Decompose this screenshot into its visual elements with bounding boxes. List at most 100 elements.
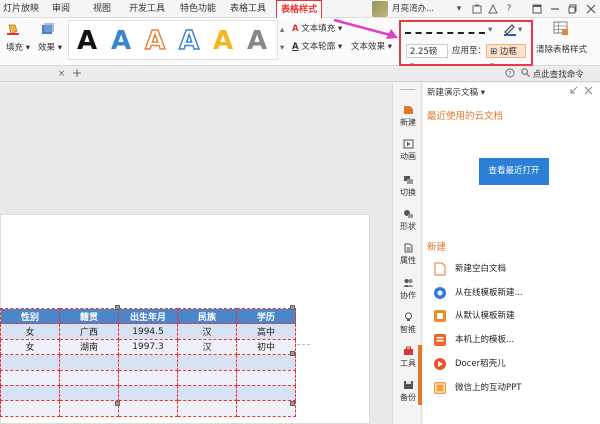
header-cell[interactable]: 籍贯 xyxy=(59,307,119,325)
table-cell[interactable] xyxy=(236,384,296,402)
table-cell[interactable] xyxy=(118,354,178,371)
help-icon[interactable]: ? xyxy=(502,1,516,17)
text-fill-button[interactable]: A 文本填充 ▾ xyxy=(292,23,342,35)
fill-button[interactable]: 填充 ▾ xyxy=(6,42,30,54)
menu-slideshow[interactable]: 灯片放映 xyxy=(0,0,42,18)
table-cell[interactable] xyxy=(59,354,119,371)
table-cell[interactable] xyxy=(177,384,237,402)
side-tool-label: 新建 xyxy=(400,118,416,127)
fill-icon[interactable] xyxy=(6,22,20,40)
table-cell[interactable]: 广西 xyxy=(59,323,119,340)
effect-button[interactable]: 效果 ▾ xyxy=(38,42,62,54)
table-cell[interactable] xyxy=(59,400,119,417)
menu-table-style[interactable]: 表格样式 xyxy=(276,0,322,19)
effect-icon[interactable] xyxy=(40,22,54,40)
table-cell[interactable] xyxy=(0,384,60,402)
user-name[interactable]: 月亮湾办... xyxy=(392,0,434,18)
side-tool-collab[interactable]: 协作 xyxy=(393,278,423,301)
data-table[interactable]: 性别 籍贯 出生年月 民族 学历 女 广西 1994.5 汉 高中 女 湖南 1… xyxy=(0,307,296,417)
resize-handle-bottom-right[interactable] xyxy=(290,401,295,406)
menu-developer[interactable]: 开发工具 xyxy=(125,0,169,18)
avatar[interactable] xyxy=(372,1,388,17)
table-header-row: 性别 籍贯 出生年月 民族 学历 xyxy=(0,307,296,325)
open-recent-button[interactable]: 查看最近打开 xyxy=(479,158,549,185)
user-menu-arrow-icon[interactable]: ▾ xyxy=(452,1,466,17)
gallery-scroll-icon[interactable]: ▴ xyxy=(280,24,284,36)
art-style-gold[interactable]: A xyxy=(209,24,237,58)
minimize-icon[interactable] xyxy=(548,1,562,17)
menu-table-tools[interactable]: 表格工具 xyxy=(226,0,270,18)
art-style-gray[interactable]: A xyxy=(243,24,271,58)
table-cell[interactable]: 高中 xyxy=(236,323,296,340)
table-cell[interactable]: 湖南 xyxy=(59,338,119,356)
skin-icon[interactable] xyxy=(470,1,484,17)
art-style-black[interactable]: A xyxy=(73,24,101,58)
share-icon[interactable] xyxy=(486,1,500,17)
header-cell[interactable]: 出生年月 xyxy=(118,307,178,325)
menu-review[interactable]: 审阅 xyxy=(47,0,75,18)
text-fill-label: 文本填充 xyxy=(301,24,336,34)
default-template-icon xyxy=(434,310,446,322)
text-outline-icon: A xyxy=(292,42,299,52)
table-cell[interactable]: 女 xyxy=(0,338,60,356)
side-tool-new[interactable]: 新建 xyxy=(393,105,423,128)
maximize-icon[interactable] xyxy=(566,1,580,17)
side-tool-animation[interactable]: 动画 xyxy=(393,139,423,162)
side-tool-switch[interactable]: 切换 xyxy=(393,175,423,198)
table-cell[interactable] xyxy=(177,400,237,417)
table-cell[interactable] xyxy=(0,369,60,386)
table-cell[interactable] xyxy=(0,354,60,371)
table-cell[interactable]: 初中 xyxy=(236,338,296,356)
help-circle-icon[interactable]: ? xyxy=(505,68,515,82)
side-tool-shape[interactable]: 形状 xyxy=(393,209,423,232)
command-search[interactable]: 点此查找命令 xyxy=(521,68,584,81)
window-restore-icon[interactable] xyxy=(530,1,544,17)
table-cell[interactable]: 1994.5 xyxy=(118,323,178,340)
clear-style-button[interactable]: 清除表格样式 xyxy=(536,44,587,56)
table-cell[interactable] xyxy=(236,354,296,371)
menu-features[interactable]: 特色功能 xyxy=(176,0,220,18)
table-cell[interactable] xyxy=(59,384,119,402)
table-cell[interactable] xyxy=(177,369,237,386)
side-tool-label: 形状 xyxy=(400,222,416,231)
close-tab-icon[interactable]: × xyxy=(58,68,65,80)
side-tool-property[interactable]: 属性 xyxy=(393,243,423,266)
table-cell[interactable]: 汉 xyxy=(177,338,237,356)
close-icon[interactable] xyxy=(584,1,598,17)
text-art-gallery[interactable]: A A A A A A xyxy=(68,20,278,60)
header-cell[interactable]: 民族 xyxy=(177,307,237,325)
resize-handle-bottom[interactable] xyxy=(115,401,120,406)
pane-dock-icon[interactable] xyxy=(569,86,578,99)
table-cell[interactable]: 1997.3 xyxy=(118,338,178,356)
clear-style-icon[interactable] xyxy=(553,20,569,40)
pane-title[interactable]: 新建演示文稿 ▾ xyxy=(427,87,485,99)
resize-handle-top[interactable] xyxy=(115,305,120,310)
table-cell[interactable] xyxy=(236,369,296,386)
art-style-orange-outline[interactable]: A xyxy=(141,24,169,58)
art-style-blue[interactable]: A xyxy=(107,24,135,58)
property-icon xyxy=(404,243,412,253)
add-tab-icon[interactable]: + xyxy=(72,67,82,79)
menu-view[interactable]: 视图 xyxy=(88,0,116,18)
pane-close-icon[interactable] xyxy=(584,86,593,99)
table-row xyxy=(0,354,296,371)
table-cell[interactable] xyxy=(236,400,296,417)
header-cell[interactable]: 学历 xyxy=(236,307,296,325)
resize-handle-top-right[interactable] xyxy=(290,305,295,310)
header-cell[interactable]: 性别 xyxy=(0,307,60,325)
table-grid[interactable]: 性别 籍贯 出生年月 民族 学历 女 广西 1994.5 汉 高中 女 湖南 1… xyxy=(0,307,296,417)
art-style-blue-outline[interactable]: A xyxy=(175,24,203,58)
table-cell[interactable] xyxy=(177,354,237,371)
table-cell[interactable]: 汉 xyxy=(177,323,237,340)
text-outline-button[interactable]: A 文本轮廓 ▾ xyxy=(292,41,342,53)
table-cell[interactable] xyxy=(118,369,178,386)
resize-handle-right[interactable] xyxy=(290,351,295,356)
table-cell[interactable] xyxy=(0,400,60,417)
table-cell[interactable]: 女 xyxy=(0,323,60,340)
gallery-more-icon[interactable]: ▾ xyxy=(280,42,284,54)
table-cell[interactable] xyxy=(59,369,119,386)
table-cell[interactable] xyxy=(118,384,178,402)
side-tool-smart[interactable]: 智推 xyxy=(393,312,423,335)
table-cell[interactable] xyxy=(118,400,178,417)
text-effect-button[interactable]: 文本效果 ▾ xyxy=(351,41,392,53)
